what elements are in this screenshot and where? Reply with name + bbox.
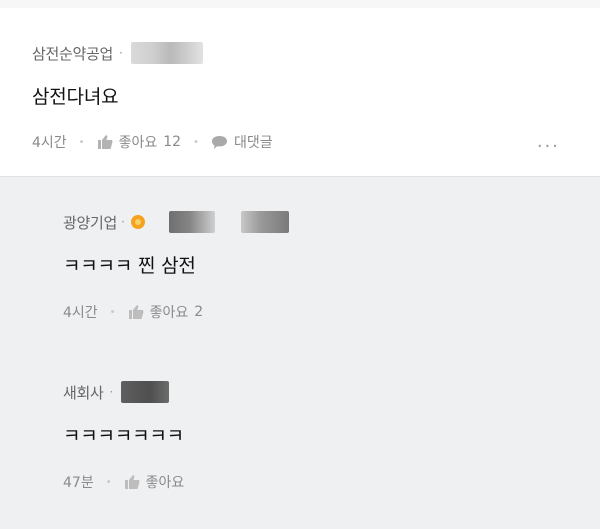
reply-text: ㅋㅋㅋㅋㅋㅋㅋ — [63, 425, 184, 447]
author-name[interactable]: 새회사 — [63, 382, 104, 403]
speech-bubble-icon — [211, 135, 227, 149]
like-button[interactable]: 좋아요 2 — [128, 302, 204, 322]
meta-separator: · — [109, 385, 114, 399]
reply-meta: 새회사 · — [63, 381, 170, 403]
reply-text: ㅋㅋㅋㅋ 찐 삼전 — [63, 255, 196, 277]
comment-thread: 삼전순약공업 · 삼전다녀요 4시간 • 좋아요 12 • 대댓글 ··· 광양… — [0, 0, 600, 529]
thumbs-up-icon — [128, 305, 144, 319]
like-button[interactable]: 좋아요 12 — [97, 132, 181, 152]
reply-button[interactable]: 대댓글 — [211, 132, 273, 152]
comment-time: 4시간 — [32, 135, 67, 151]
action-separator: • — [193, 136, 199, 148]
main-comment: 삼전순약공업 · 삼전다녀요 4시간 • 좋아요 12 • 대댓글 ··· — [0, 8, 600, 176]
reply-actions: 47분 • 좋아요 — [63, 472, 184, 492]
action-separator: • — [105, 476, 112, 488]
blurred-company-tag — [121, 381, 170, 403]
reply-time: 47분 — [63, 475, 94, 491]
reply-time: 4시간 — [63, 305, 98, 321]
like-label: 좋아요 — [149, 305, 189, 321]
meta-separator: · — [121, 215, 125, 229]
blurred-company-tag — [168, 211, 215, 233]
like-count: 12 — [163, 134, 182, 150]
author-name[interactable]: 삼전순약공업 — [32, 43, 113, 64]
comment-meta: 삼전순약공업 · — [32, 42, 203, 64]
action-separator: • — [78, 136, 85, 148]
reply-actions: 4시간 • 좋아요 2 — [63, 302, 203, 322]
author-name[interactable]: 광양기업 — [63, 212, 117, 233]
comment-text: 삼전다녀요 — [32, 86, 119, 108]
meta-separator: · — [119, 46, 123, 60]
like-button[interactable]: 좋아요 — [124, 472, 185, 492]
reply-meta: 광양기업 · — [63, 211, 289, 233]
reply-label: 대댓글 — [233, 135, 273, 151]
thumbs-up-icon — [124, 475, 140, 489]
like-count: 2 — [194, 304, 204, 320]
like-label: 좋아요 — [145, 475, 185, 491]
blurred-company-tag — [130, 42, 203, 64]
more-options-button[interactable]: ··· — [537, 136, 560, 157]
thumbs-up-icon — [97, 135, 113, 149]
blurred-company-tag — [240, 211, 289, 233]
comment-actions: 4시간 • 좋아요 12 • 대댓글 — [32, 132, 273, 152]
action-separator: • — [109, 306, 116, 318]
like-label: 좋아요 — [118, 135, 158, 151]
reply-list: 광양기업 · ㅋㅋㅋㅋ 찐 삼전 4시간 • 좋아요 2 새회사 · ㅋㅋㅋㅋㅋ… — [0, 176, 600, 529]
medal-badge-icon — [130, 215, 145, 229]
